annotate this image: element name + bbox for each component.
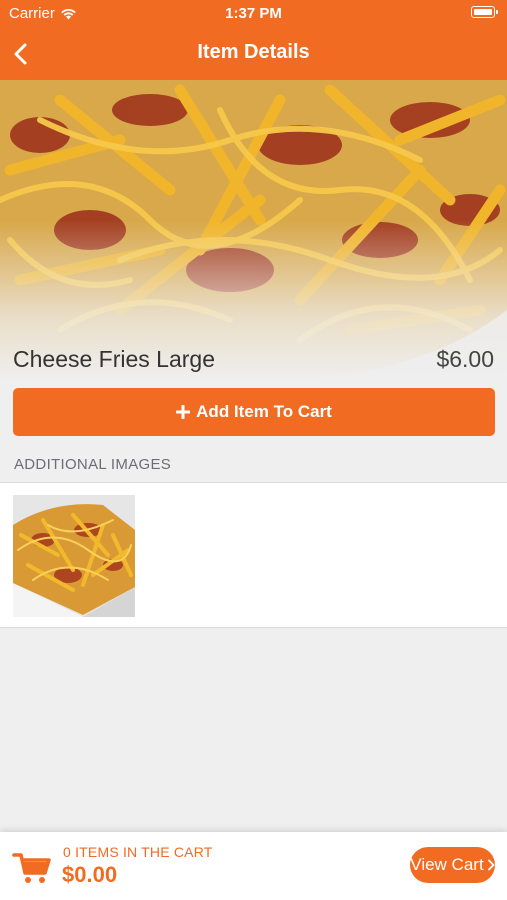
view-cart-label: View Cart — [410, 855, 484, 874]
status-time: 1:37 PM — [225, 5, 282, 22]
add-to-cart-button[interactable]: Add Item To Cart — [13, 388, 495, 436]
plus-icon — [176, 405, 191, 419]
chevron-right-icon — [487, 859, 495, 871]
item-name: Cheese Fries Large — [13, 346, 215, 372]
page-title: Item Details — [197, 41, 310, 63]
add-to-cart-label: Add Item To Cart — [196, 402, 332, 421]
cheese-fries-thumbnail-image — [13, 495, 135, 617]
view-cart-button[interactable]: View Cart — [410, 847, 495, 883]
additional-image-thumbnail[interactable] — [13, 495, 135, 617]
cart-item-count: 0 ITEMS IN THE CART — [63, 844, 213, 860]
shopping-cart-icon[interactable] — [12, 850, 52, 886]
cart-summary-bar: 0 ITEMS IN THE CART $0.00 View Cart — [0, 832, 507, 900]
battery-icon — [471, 6, 498, 18]
cart-total: $0.00 — [62, 862, 118, 887]
additional-images-header: ADDITIONAL IMAGES — [14, 456, 172, 473]
item-price: $6.00 — [436, 346, 494, 372]
item-hero-image — [0, 80, 507, 380]
additional-images-panel — [0, 482, 507, 628]
status-bar: Carrier 1:37 PM — [0, 0, 507, 28]
navigation-bar: Item Details — [0, 28, 507, 80]
